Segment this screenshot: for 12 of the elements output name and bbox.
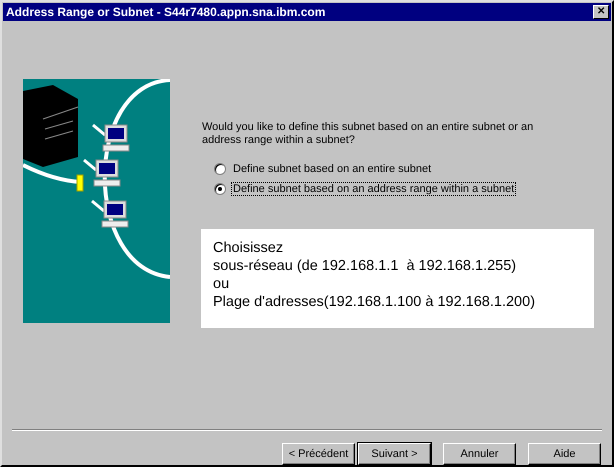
close-button[interactable]: ✕ bbox=[593, 4, 609, 19]
dialog-button[interactable]: Annuler bbox=[443, 443, 516, 465]
radio-option[interactable]: Define subnet based on an entire subnet bbox=[214, 158, 594, 179]
dialog-button[interactable]: Aide bbox=[528, 443, 601, 465]
dialog-button[interactable]: < Précédent bbox=[282, 443, 355, 465]
note-text: ou bbox=[213, 274, 230, 293]
note-text: Plage d'adresses(192.168.1.100 à 192.168.1.200) bbox=[213, 292, 536, 311]
dialog-button[interactable]: Suivant > bbox=[358, 443, 431, 465]
note-text: sous-réseau (de 192.168.1.1 à 192.168.1.255) bbox=[213, 256, 516, 275]
window-title: Address Range or Subnet - S44r7480.appn.sna.ibm.com bbox=[6, 4, 326, 19]
question-text: Would you like to define this subnet based on an entire subnet or an address range within a subnet? bbox=[202, 120, 534, 147]
note-text: Choisissez bbox=[213, 238, 284, 257]
